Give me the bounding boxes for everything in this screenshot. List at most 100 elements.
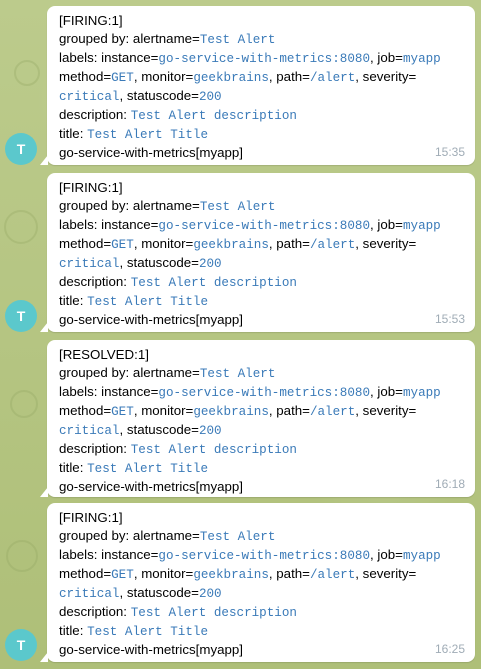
- labels-line: labels: instance=go-service-with-metrics…: [59, 383, 465, 402]
- title-line: title: Test Alert Title: [59, 125, 465, 144]
- description-line: description: Test Alert description: [59, 440, 465, 459]
- description-label: description:: [59, 441, 131, 456]
- labels-line: labels: instance=go-service-with-metrics…: [59, 49, 465, 68]
- monitor-value: geekbrains: [193, 71, 269, 85]
- description-value: Test Alert description: [130, 606, 297, 620]
- alertname-value: Test Alert: [199, 530, 276, 544]
- method-value: GET: [111, 405, 134, 419]
- job-value: myapp: [402, 52, 441, 66]
- labels-line-2: method=GET, monitor=geekbrains, path=/al…: [59, 235, 465, 254]
- description-label: description:: [59, 604, 131, 619]
- title-line: title: Test Alert Title: [59, 459, 465, 478]
- message-bubble[interactable]: [FIRING:1] grouped by: alertname=Test Al…: [40, 6, 475, 165]
- description-label: description:: [59, 107, 131, 122]
- job-value: myapp: [402, 386, 441, 400]
- service-line: go-service-with-metrics[myapp]: [59, 312, 243, 327]
- labels-label: labels: instance=: [59, 547, 159, 562]
- alertname-value: Test Alert: [199, 367, 276, 381]
- message-timestamp: 16:25: [434, 642, 465, 656]
- avatar-letter: T: [16, 141, 26, 157]
- alert-status: [FIRING:1]: [59, 180, 123, 195]
- monitor-label: , monitor=: [133, 236, 194, 251]
- title-value: Test Alert Title: [87, 625, 209, 639]
- path-value: /alert: [309, 71, 356, 85]
- labels-line-3: critical, statuscode=200: [59, 87, 465, 106]
- monitor-label: , monitor=: [133, 403, 194, 418]
- bubble-tail: [40, 652, 48, 662]
- title-label: title:: [59, 126, 88, 141]
- service-line: go-service-with-metrics[myapp]: [59, 145, 243, 160]
- labels-line-2: method=GET, monitor=geekbrains, path=/al…: [59, 68, 465, 87]
- labels-line-3: critical, statuscode=200: [59, 254, 465, 273]
- message-bubble[interactable]: [RESOLVED:1] grouped by: alertname=Test …: [40, 340, 475, 497]
- job-label: , job=: [370, 217, 403, 232]
- alert-status: [FIRING:1]: [59, 510, 123, 525]
- statuscode-label: , statuscode=: [119, 255, 199, 270]
- title-line: title: Test Alert Title: [59, 622, 465, 641]
- statuscode-label: , statuscode=: [119, 422, 199, 437]
- message-timestamp: 15:35: [434, 145, 465, 159]
- method-label: method=: [59, 566, 112, 581]
- path-label: , path=: [268, 236, 310, 251]
- title-label: title:: [59, 623, 88, 638]
- sender-avatar[interactable]: T: [5, 133, 37, 165]
- method-value: GET: [111, 238, 134, 252]
- title-value: Test Alert Title: [87, 462, 209, 476]
- method-label: method=: [59, 69, 112, 84]
- alert-status: [RESOLVED:1]: [59, 347, 149, 362]
- statuscode-value: 200: [198, 587, 222, 601]
- alert-status: [FIRING:1]: [59, 13, 123, 28]
- statuscode-label: , statuscode=: [119, 88, 199, 103]
- description-line: description: Test Alert description: [59, 106, 465, 125]
- monitor-value: geekbrains: [193, 405, 269, 419]
- instance-value: go-service-with-metrics:8080: [158, 52, 371, 66]
- grouped-by-label: grouped by: alertname=: [59, 365, 200, 380]
- description-value: Test Alert description: [130, 276, 297, 290]
- instance-value: go-service-with-metrics:8080: [158, 549, 371, 563]
- description-value: Test Alert description: [130, 443, 297, 457]
- method-value: GET: [111, 71, 134, 85]
- severity-label: , severity=: [355, 236, 417, 251]
- message-row: [RESOLVED:1] grouped by: alertname=Test …: [0, 340, 481, 500]
- labels-line-2: method=GET, monitor=geekbrains, path=/al…: [59, 565, 465, 584]
- grouped-by-line: grouped by: alertname=Test Alert: [59, 527, 465, 546]
- path-value: /alert: [309, 568, 356, 582]
- service-line: go-service-with-metrics[myapp]: [59, 479, 243, 494]
- monitor-value: geekbrains: [193, 568, 269, 582]
- sender-avatar[interactable]: T: [5, 300, 37, 332]
- labels-label: labels: instance=: [59, 50, 159, 65]
- severity-value: critical: [59, 424, 120, 438]
- statuscode-value: 200: [198, 257, 222, 271]
- path-label: , path=: [268, 566, 310, 581]
- message-timestamp: 16:18: [434, 477, 465, 491]
- instance-value: go-service-with-metrics:8080: [158, 386, 371, 400]
- monitor-label: , monitor=: [133, 566, 194, 581]
- title-label: title:: [59, 293, 88, 308]
- message-bubble[interactable]: [FIRING:1] grouped by: alertname=Test Al…: [40, 173, 475, 332]
- job-label: , job=: [370, 547, 403, 562]
- job-value: myapp: [402, 219, 441, 233]
- title-line: title: Test Alert Title: [59, 292, 465, 311]
- path-label: , path=: [268, 69, 310, 84]
- alertname-value: Test Alert: [199, 200, 276, 214]
- severity-label: , severity=: [355, 69, 417, 84]
- message-bubble[interactable]: [FIRING:1] grouped by: alertname=Test Al…: [40, 503, 475, 662]
- bubble-tail: [40, 487, 48, 497]
- job-label: , job=: [370, 384, 403, 399]
- monitor-value: geekbrains: [193, 238, 269, 252]
- path-label: , path=: [268, 403, 310, 418]
- path-value: /alert: [309, 405, 356, 419]
- path-value: /alert: [309, 238, 356, 252]
- avatar-letter: T: [16, 308, 26, 324]
- severity-label: , severity=: [355, 566, 417, 581]
- sender-avatar[interactable]: T: [5, 629, 37, 661]
- method-label: method=: [59, 236, 112, 251]
- description-line: description: Test Alert description: [59, 273, 465, 292]
- message-row: [FIRING:1] grouped by: alertname=Test Al…: [0, 6, 481, 166]
- labels-line: labels: instance=go-service-with-metrics…: [59, 546, 465, 565]
- severity-value: critical: [59, 90, 120, 104]
- labels-label: labels: instance=: [59, 217, 159, 232]
- bubble-tail: [40, 155, 48, 165]
- grouped-by-line: grouped by: alertname=Test Alert: [59, 197, 465, 216]
- job-label: , job=: [370, 50, 403, 65]
